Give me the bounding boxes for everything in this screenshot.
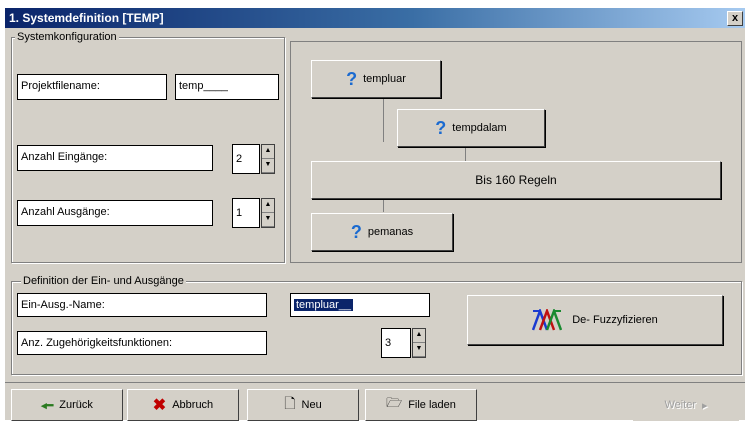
membership-function-icon: [532, 309, 563, 331]
system-config-label: Systemkonfiguration: [15, 31, 119, 43]
output1-button[interactable]: ? pemanas: [311, 213, 453, 251]
new-label: Neu: [301, 399, 322, 411]
connector-line: [383, 98, 384, 142]
back-arrow-icon: ◂━: [41, 399, 54, 412]
project-filename-input[interactable]: temp____: [175, 74, 279, 100]
input1-button[interactable]: ? templuar: [311, 60, 441, 98]
window-title: 1. Systemdefinition [TEMP]: [9, 11, 164, 25]
footer-bar: ◂━ Zurück ✖ Abbruch 🗋 Neu 🗁 File laden W…: [5, 382, 745, 421]
output1-label: pemanas: [367, 226, 414, 238]
next-button[interactable]: Weiter ▸: [633, 389, 739, 421]
input-count-label: Anzahl Eingänge:: [17, 145, 213, 171]
rules-label: Bis 160 Regeln: [475, 173, 557, 187]
spin-down-icon[interactable]: ▼: [413, 343, 425, 357]
load-label: File laden: [408, 399, 456, 411]
input-count-spinner[interactable]: ▲ ▼: [261, 144, 275, 174]
spin-up-icon[interactable]: ▲: [262, 199, 274, 213]
next-label: Weiter: [664, 399, 697, 411]
connector-line: [383, 198, 384, 212]
load-file-button[interactable]: 🗁 File laden: [365, 389, 477, 421]
question-icon: ?: [350, 221, 362, 242]
input2-label: tempdalam: [452, 122, 507, 134]
back-label: Zurück: [59, 399, 93, 411]
cancel-button[interactable]: ✖ Abbruch: [127, 389, 239, 421]
defuzzify-button[interactable]: De- Fuzzyfizieren: [467, 295, 723, 345]
next-arrow-icon: ▸: [702, 399, 708, 412]
title-bar: 1. Systemdefinition [TEMP] x: [5, 8, 745, 28]
close-button[interactable]: x: [727, 11, 743, 26]
input1-label: templuar: [363, 73, 406, 85]
back-button[interactable]: ◂━ Zurück: [11, 389, 123, 421]
spin-up-icon[interactable]: ▲: [262, 145, 274, 159]
membership-functions-label: Anz. Zugehörigkeitsfunktionen:: [17, 331, 267, 355]
io-name-input[interactable]: templuar__: [290, 293, 430, 317]
io-name-label: Ein-Ausg.-Name:: [17, 293, 267, 317]
new-file-icon: 🗋: [284, 395, 296, 411]
input-count-field[interactable]: 2: [232, 144, 260, 174]
rules-box[interactable]: Bis 160 Regeln: [311, 161, 721, 199]
cancel-x-icon: ✖: [152, 397, 167, 414]
new-button[interactable]: 🗋 Neu: [247, 389, 359, 421]
dialog-window: 1. Systemdefinition [TEMP] x Systemkonfi…: [5, 8, 745, 421]
spin-down-icon[interactable]: ▼: [262, 213, 274, 227]
defuzzify-label: De- Fuzzyfizieren: [572, 314, 658, 326]
io-name-value: templuar__: [294, 299, 354, 311]
output-count-field[interactable]: 1: [232, 198, 260, 228]
project-filename-label: Projektfilename:: [17, 74, 167, 100]
output-count-label: Anzahl Ausgänge:: [17, 200, 213, 226]
membership-functions-spinner[interactable]: ▲ ▼: [412, 328, 426, 358]
membership-functions-field[interactable]: 3: [381, 328, 411, 358]
output-count-spinner[interactable]: ▲ ▼: [261, 198, 275, 228]
spin-down-icon[interactable]: ▼: [262, 159, 274, 173]
spin-up-icon[interactable]: ▲: [413, 329, 425, 343]
cancel-label: Abbruch: [172, 399, 214, 411]
open-folder-icon: 🗁: [386, 395, 403, 410]
question-icon: ?: [435, 117, 447, 138]
question-icon: ?: [346, 68, 358, 89]
input2-button[interactable]: ? tempdalam: [397, 109, 545, 147]
definition-label: Definition der Ein- und Ausgänge: [21, 275, 186, 287]
